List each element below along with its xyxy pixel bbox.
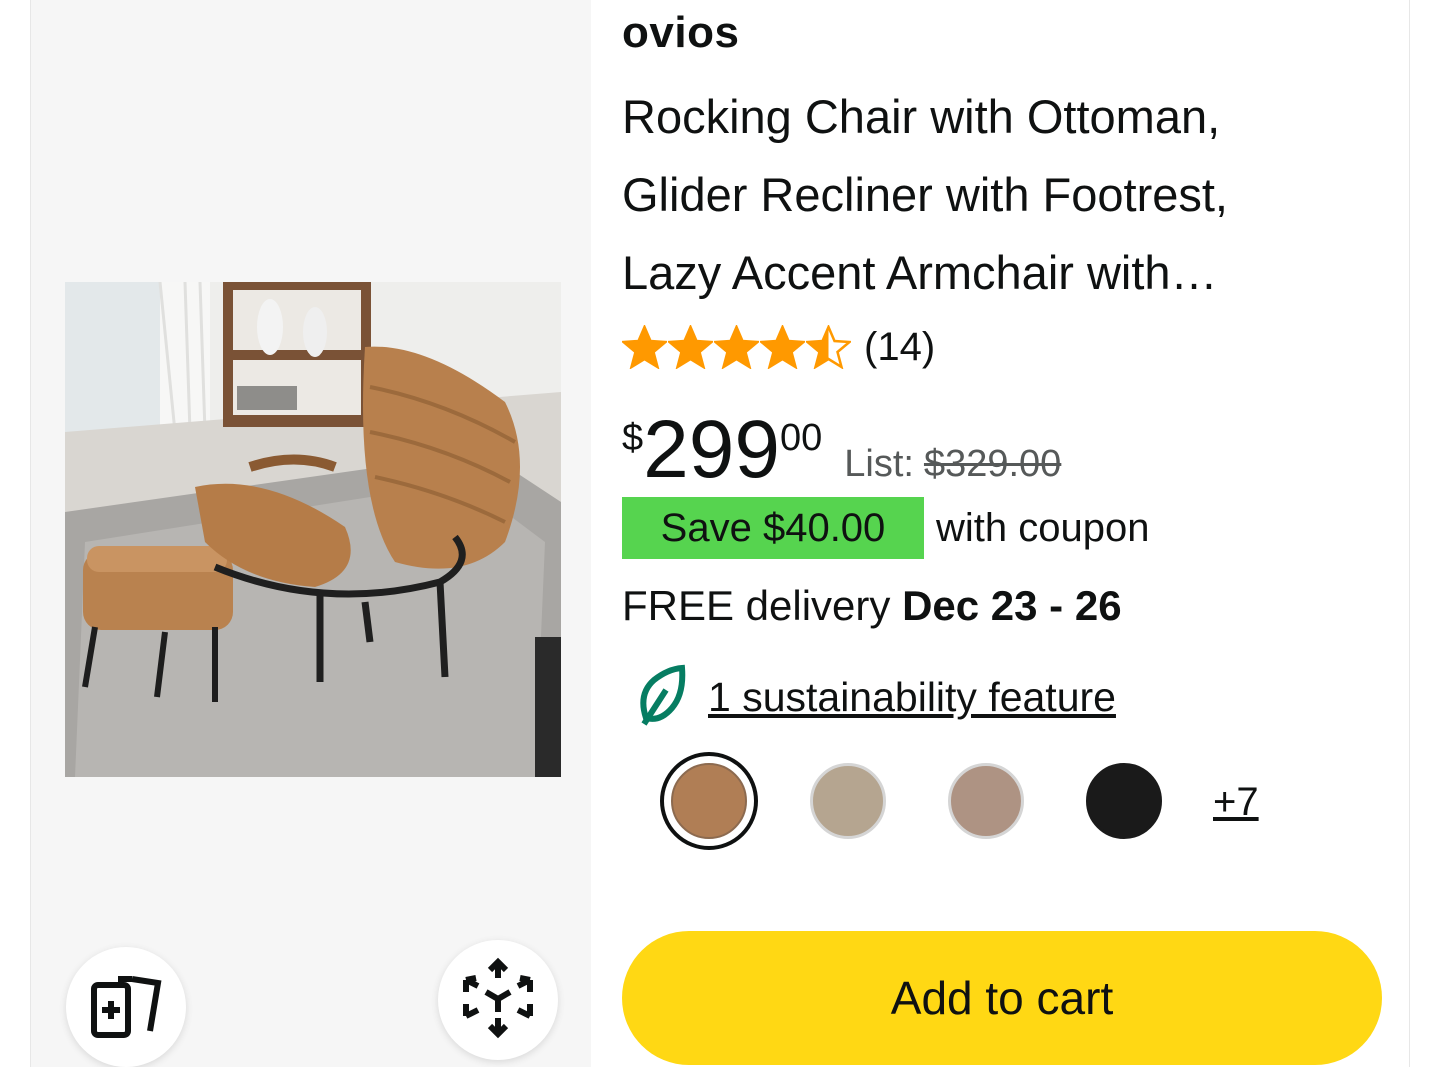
color-swatches: +7 <box>660 752 1280 850</box>
brand-name[interactable]: ovios <box>622 8 739 58</box>
leaf-icon <box>636 664 686 731</box>
star-icon <box>622 325 667 369</box>
delivery-prefix: FREE delivery <box>622 582 891 629</box>
view-in-3d-icon <box>458 956 538 1045</box>
swatch-taupe[interactable] <box>948 763 1024 839</box>
swatch-beige[interactable] <box>810 763 886 839</box>
star-icon <box>760 325 805 369</box>
sustainability-row[interactable]: 1 sustainability feature <box>636 664 1116 731</box>
price-whole: 299 <box>643 404 780 495</box>
star-icon <box>806 325 851 369</box>
title-line: Rocking Chair with Ottoman, <box>622 90 1221 143</box>
star-rating <box>622 325 852 369</box>
list-price: $329.00 <box>923 443 1062 485</box>
rating-row[interactable]: (14) <box>622 322 935 372</box>
price-fraction: 00 <box>779 417 823 459</box>
add-to-deck-icon <box>88 967 164 1048</box>
star-icon <box>668 325 713 369</box>
title-line: Lazy Accent Armchair with… <box>622 246 1218 299</box>
product-title[interactable]: Rocking Chair with Ottoman, Glider Recli… <box>622 78 1362 312</box>
star-icon <box>714 325 759 369</box>
review-count[interactable]: (14) <box>864 325 935 370</box>
more-swatches-link[interactable]: +7 <box>1213 780 1259 825</box>
list-price-label: List: <box>844 443 914 485</box>
add-to-cart-button[interactable]: Add to cart <box>622 931 1382 1065</box>
add-to-deck-button[interactable] <box>66 947 186 1067</box>
product-image[interactable] <box>65 282 561 777</box>
delivery-info: FREE delivery Dec 23 - 26 <box>622 582 1122 630</box>
coupon-row[interactable]: Save $40.00 with coupon <box>622 497 1149 559</box>
sustainability-link[interactable]: 1 sustainability feature <box>708 674 1116 721</box>
price-symbol: $ <box>622 417 644 459</box>
swatch-black[interactable] <box>1086 763 1162 839</box>
coupon-badge[interactable]: Save $40.00 <box>622 497 924 559</box>
swatch-brown[interactable] <box>671 763 747 839</box>
coupon-text: with coupon <box>936 505 1150 550</box>
price-block: $ 299 00 List: $329.00 <box>622 405 1061 495</box>
view-in-3d-button[interactable] <box>438 940 558 1060</box>
title-line: Glider Recliner with Footrest, <box>622 168 1228 221</box>
delivery-dates: Dec 23 - 26 <box>902 582 1122 629</box>
